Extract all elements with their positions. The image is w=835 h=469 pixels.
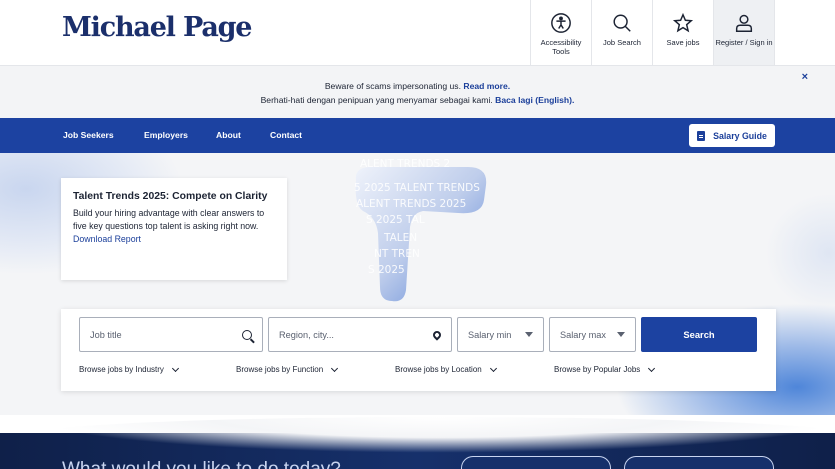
banner-line-english: Beware of scams impersonating us. Read m…	[0, 79, 835, 93]
region-city-placeholder: Region, city...	[279, 329, 334, 340]
close-icon[interactable]: ×	[802, 70, 808, 84]
band-decor-arc	[30, 417, 835, 453]
accessibility-tools-button[interactable]: Accessibility Tools	[530, 0, 591, 65]
banner-text-english: Beware of scams impersonating us.	[324, 81, 461, 91]
browse-by-popular-jobs[interactable]: Browse by Popular Jobs	[554, 364, 656, 374]
nav-employers[interactable]: Employers	[144, 130, 188, 140]
browse-by-industry[interactable]: Browse jobs by Industry	[79, 364, 179, 374]
salary-max-label: Salary max	[560, 329, 606, 340]
hero-decor-right-top	[765, 193, 835, 313]
banner-text-malay: Berhati-hati dengan penipuan yang menyam…	[260, 95, 493, 105]
nav-job-seekers[interactable]: Job Seekers	[63, 130, 114, 140]
location-pin-icon	[431, 328, 443, 341]
job-search-button[interactable]: Job Search	[591, 0, 652, 65]
what-to-do-section: What would you like to do today?	[0, 415, 835, 469]
accessibility-icon	[551, 13, 571, 33]
save-jobs-button[interactable]: Save jobs	[652, 0, 713, 65]
region-city-input[interactable]: Region, city...	[268, 317, 452, 352]
document-icon	[697, 130, 706, 141]
search-icon	[613, 14, 631, 32]
chevron-down-icon	[489, 364, 497, 372]
browse-by-location[interactable]: Browse jobs by Location	[395, 364, 497, 374]
search-button[interactable]: Search	[641, 317, 757, 352]
caret-down-icon	[617, 332, 625, 337]
site-header: Michael Page Accessibility Tools Job Sea…	[0, 0, 835, 66]
download-report-link[interactable]: Download Report	[73, 234, 275, 244]
salary-max-select[interactable]: Salary max	[549, 317, 636, 352]
job-search-label: Job Search	[603, 38, 641, 47]
caret-down-icon	[525, 332, 533, 337]
cta-button-1[interactable]	[461, 456, 611, 469]
accessibility-tools-label: Accessibility Tools	[540, 38, 582, 56]
read-more-link[interactable]: Read more.	[463, 81, 510, 91]
job-title-placeholder: Job title	[90, 329, 122, 340]
salary-guide-label: Salary Guide	[713, 130, 767, 141]
star-icon	[672, 12, 694, 33]
nav-contact[interactable]: Contact	[270, 130, 302, 140]
talent-trends-artwork: ALENT TRENDS 2 5 2025 TALENT TRENDS ALEN…	[354, 158, 487, 302]
scam-warning-banner: Beware of scams impersonating us. Read m…	[0, 66, 835, 118]
chevron-down-icon	[648, 364, 656, 372]
register-sign-in-label: Register / Sign in	[715, 38, 773, 47]
search-icon	[242, 329, 252, 340]
chevron-down-icon	[171, 364, 179, 372]
user-icon	[735, 14, 753, 32]
browse-location-label: Browse jobs by Location	[395, 365, 482, 374]
browse-by-function[interactable]: Browse jobs by Function	[236, 364, 339, 374]
baca-lagi-link[interactable]: Baca lagi (English).	[495, 95, 574, 105]
browse-popular-label: Browse by Popular Jobs	[554, 365, 641, 374]
art-word-1: ALENT TRENDS 2	[360, 158, 450, 170]
talent-trends-promo-card: Talent Trends 2025: Compete on Clarity B…	[61, 178, 287, 280]
promo-text: Build your hiring advantage with clear a…	[73, 208, 265, 231]
save-jobs-label: Save jobs	[666, 38, 700, 47]
salary-guide-button[interactable]: Salary Guide	[689, 124, 775, 147]
what-to-do-heading: What would you like to do today?	[62, 459, 341, 469]
banner-line-malay: Berhati-hati dengan penipuan yang menyam…	[0, 93, 835, 107]
art-word-6: NT TREN	[374, 248, 420, 260]
art-word-3: ALENT TRENDS 2025	[356, 198, 466, 210]
hero-section: ALENT TRENDS 2 5 2025 TALENT TRENDS ALEN…	[0, 153, 835, 415]
art-word-7: S 2025	[368, 264, 405, 276]
nav-about[interactable]: About	[216, 130, 241, 140]
browse-function-label: Browse jobs by Function	[236, 365, 324, 374]
michael-page-logo[interactable]: Michael Page	[62, 12, 252, 43]
salary-min-select[interactable]: Salary min	[457, 317, 544, 352]
main-nav: Job Seekers Employers About Contact Sala…	[0, 118, 835, 153]
art-word-5: TALEN	[383, 232, 417, 244]
salary-min-label: Salary min	[468, 329, 512, 340]
register-sign-in-button[interactable]: Register / Sign in	[713, 0, 775, 65]
art-word-2: 5 2025 TALENT TRENDS	[354, 182, 480, 194]
promo-title: Talent Trends 2025: Compete on Clarity	[73, 191, 268, 202]
job-title-input[interactable]: Job title	[79, 317, 263, 352]
browse-industry-label: Browse jobs by Industry	[79, 365, 164, 374]
chevron-down-icon	[331, 364, 339, 372]
art-word-4: S 2025 TAL	[366, 214, 425, 226]
cta-button-2[interactable]	[624, 456, 774, 469]
job-search-panel: Job title Region, city... Salary min Sal…	[61, 309, 776, 391]
